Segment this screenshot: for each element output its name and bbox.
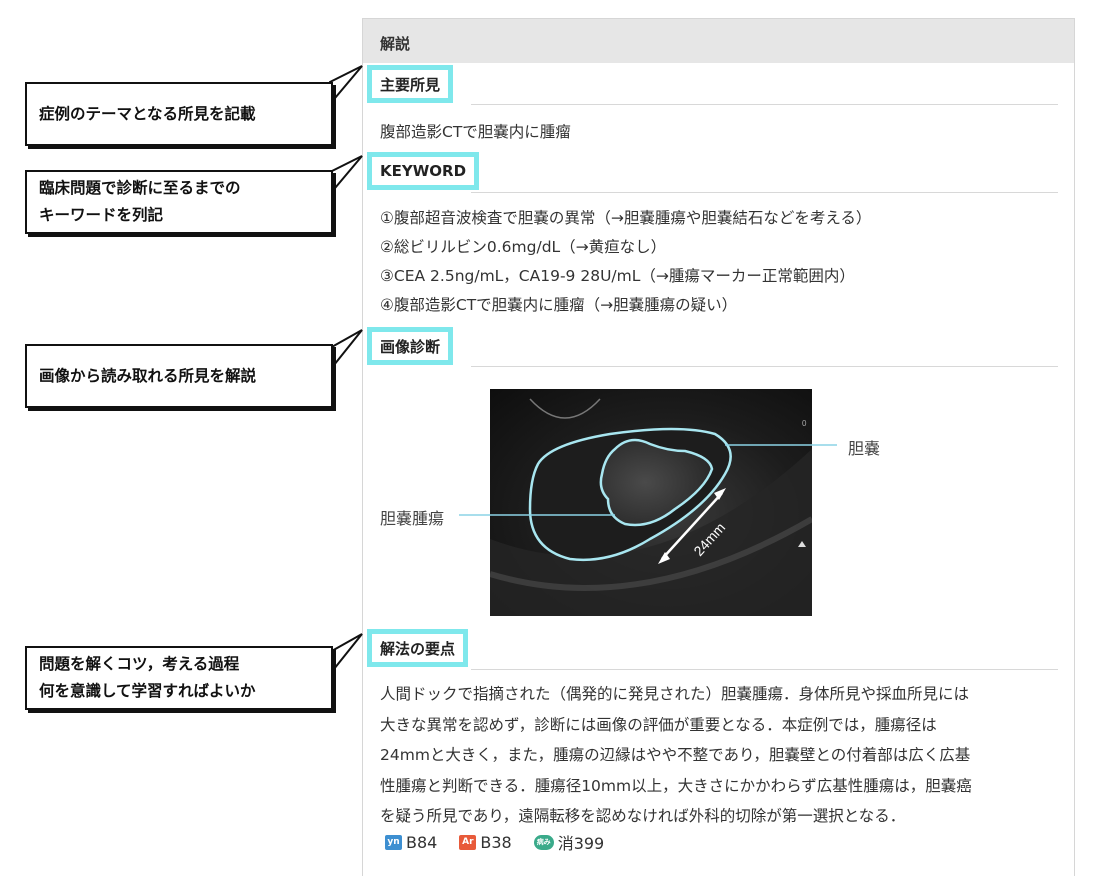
explanation-panel: 解説 主要所見 腹部造影CTで胆嚢内に腫瘤 KEYWORD ①腹部超音波検査で胆… [362,18,1075,876]
note-keyword: 臨床問題で診断に至るまでの キーワードを列記 [25,170,333,234]
reference-list: yn B84 Ar B38 病み 消399 [385,830,620,854]
byomie-icon: 病み [533,834,554,850]
reference-value: 消399 [557,834,605,853]
image-leaders [459,444,837,516]
approach-paragraph: 人間ドックで指摘された（偶発的に発見された）胆嚢腫瘍．身体所見や採血所見には 大… [380,679,1064,832]
note-theme: 症例のテーマとなる所見を記載 [25,82,333,146]
note-line: 何を意識して学習すればよいか [39,682,256,700]
tumor-label: 胆嚢腫瘍 [380,509,445,528]
paragraph-line: を疑う所見であり，遠隔転移を認めなければ外科的切除が第一選択となる． [380,807,906,825]
gallbladder-label: 胆嚢 [848,439,881,458]
section-label-approach: 解法の要点 [367,629,469,667]
yearnote-icon: yn [385,834,402,850]
paragraph-line: 性腫瘍と判断できる．腫瘍径10mm以上，大きさにかかわらず広基性腫瘍は，胆嚢癌 [380,776,972,795]
note-line: 症例のテーマとなる所見を記載 [39,104,256,123]
reference-value: B38 [480,832,512,852]
reference-item[interactable]: Ar B38 [459,832,512,852]
note-line: 臨床問題で診断に至るまでの [39,179,241,197]
paragraph-line: 大きな異常を認めず，診断には画像の評価が重要となる．本症例では，腫瘍径は [380,715,937,734]
note-line: 画像から読み取れる所見を解説 [39,366,257,385]
note-line: キーワードを列記 [39,206,164,224]
note-imaging: 画像から読み取れる所見を解説 [25,344,333,408]
note-line: 問題を解くコツ，考える過程 [39,655,240,673]
reference-item[interactable]: yn B84 [385,833,437,852]
note-approach: 問題を解くコツ，考える過程 何を意識して学習すればよいか [25,646,333,710]
paragraph-line: 人間ドックで指摘された（偶発的に発見された）胆嚢腫瘍．身体所見や採血所見には [380,685,970,703]
reference-value: B84 [406,832,438,852]
divider [471,669,1058,670]
reference-item[interactable]: 病み 消399 [533,830,605,854]
paragraph-line: 24mmと大きく，また，腫瘍の辺縁はやや不整であり，胆嚢壁との付着部は広く広基 [380,746,971,764]
atlas-icon: Ar [459,834,477,850]
